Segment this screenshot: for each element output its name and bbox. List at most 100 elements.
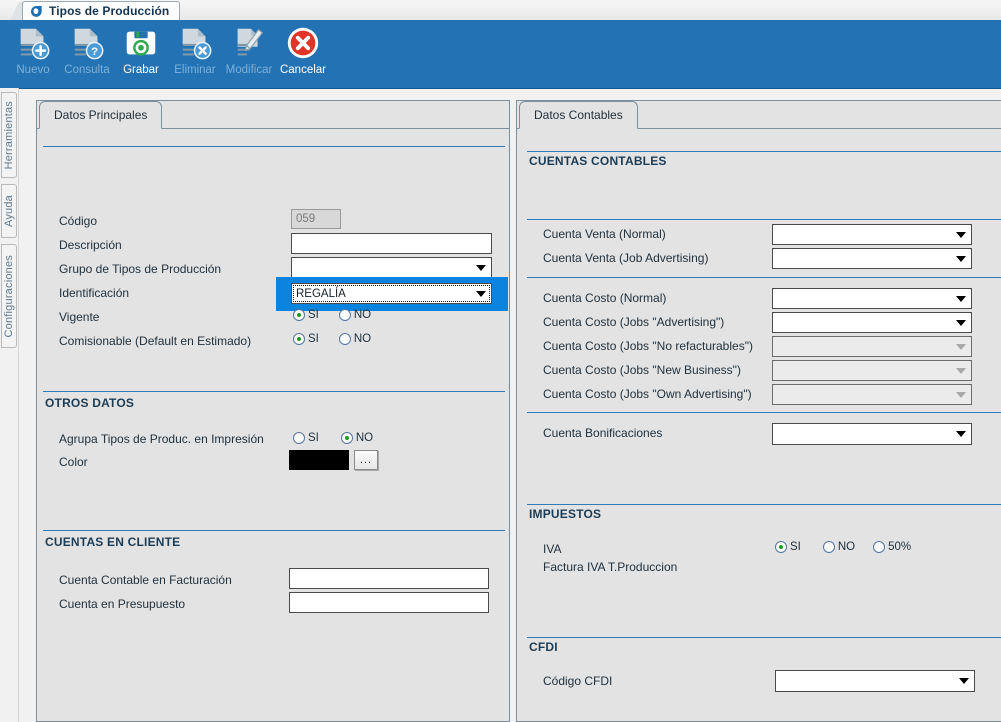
- radio-comisionable-no-label: NO: [354, 333, 371, 345]
- section-title-cuentas-contables: CUENTAS CONTABLES: [529, 154, 667, 168]
- color-picker-button[interactable]: ...: [354, 450, 378, 470]
- divider-cfdi: [527, 637, 1001, 638]
- chevron-down-icon: [956, 392, 966, 398]
- input-descripcion[interactable]: [291, 233, 492, 254]
- chevron-down-icon: [956, 320, 966, 326]
- radio-group-iva: SI NO 50%: [775, 541, 911, 553]
- radio-iva-no-label: NO: [838, 541, 855, 553]
- chevron-down-icon: [956, 256, 966, 262]
- combo-cuenta-costo-no-refacturables: [772, 336, 972, 357]
- toolbar-buttons: Nuevo ? Consulta: [6, 20, 330, 88]
- label-descripcion: Descripción: [59, 238, 122, 252]
- toolbar-grabar-label: Grabar: [123, 64, 159, 76]
- left-pane-body: Código 059 Descripción Grupo de Tipos de…: [37, 129, 509, 721]
- combo-codigo-cfdi[interactable]: [775, 670, 975, 692]
- radio-vigente-no-label: NO: [354, 309, 371, 321]
- label-color: Color: [59, 455, 88, 469]
- label-iva: IVA: [543, 542, 561, 556]
- radio-group-comisionable: SI NO: [293, 333, 391, 345]
- label-cuenta-costo-normal: Cuenta Costo (Normal): [543, 291, 666, 305]
- sidebar-tab-ayuda-label: Ayuda: [3, 195, 15, 227]
- svg-text:?: ?: [91, 46, 98, 58]
- radio-agrupa-si[interactable]: SI: [293, 432, 319, 444]
- combo-cuenta-costo-new-business: [772, 360, 972, 381]
- label-cuenta-venta-job-advertising: Cuenta Venta (Job Advertising): [543, 251, 708, 265]
- radio-vigente-si[interactable]: SI: [293, 309, 319, 321]
- label-identificacion: Identificación: [59, 286, 129, 300]
- divider-venta: [527, 219, 1001, 220]
- radio-iva-50[interactable]: 50%: [873, 541, 911, 553]
- sidebar-tab-herramientas[interactable]: Herramientas: [1, 92, 17, 178]
- window-tabstrip: Tipos de Producción: [0, 0, 1001, 21]
- radio-agrupa-no[interactable]: NO: [341, 432, 373, 444]
- sidebar-tab-herramientas-label: Herramientas: [3, 101, 15, 169]
- combo-cuenta-costo-own-advertising: [772, 384, 972, 405]
- chevron-down-icon: [956, 368, 966, 374]
- left-pane-datos-principales: Datos Principales Código 059 Descripción…: [36, 100, 510, 722]
- color-swatch[interactable]: [289, 450, 349, 470]
- radio-iva-no[interactable]: NO: [823, 541, 855, 553]
- chevron-down-icon: [476, 291, 486, 297]
- toolbar-modificar-button[interactable]: Modificar: [222, 20, 276, 86]
- divider-principales-top: [43, 146, 505, 147]
- combo-grupo-tipos-produccion[interactable]: [291, 257, 492, 278]
- toolbar-consulta-label: Consulta: [64, 64, 109, 76]
- combo-cuenta-venta-job-advertising[interactable]: [772, 248, 972, 269]
- section-title-otros-datos: OTROS DATOS: [45, 396, 134, 410]
- toolbar-eliminar-button[interactable]: Eliminar: [168, 20, 222, 86]
- radio-empty-icon: [339, 333, 351, 345]
- toolbar-cancelar-button[interactable]: Cancelar: [276, 20, 330, 86]
- document-edit-icon: [230, 24, 268, 62]
- input-cuenta-presupuesto[interactable]: [289, 592, 489, 613]
- document-add-icon: [14, 24, 52, 62]
- combo-identificacion[interactable]: REGALÍA: [291, 283, 492, 304]
- divider-otros-datos: [43, 391, 505, 392]
- combo-cuenta-costo-normal[interactable]: [772, 288, 972, 309]
- radio-comisionable-si[interactable]: SI: [293, 333, 319, 345]
- radio-iva-50-label: 50%: [888, 541, 911, 553]
- radio-empty-icon: [293, 432, 305, 444]
- combo-identificacion-value: REGALÍA: [296, 288, 346, 300]
- toolbar-nuevo-button[interactable]: Nuevo: [6, 20, 60, 86]
- radio-empty-icon: [823, 541, 835, 553]
- divider-cuentas-en-cliente: [43, 530, 505, 531]
- toolbar-consulta-button[interactable]: ? Consulta: [60, 20, 114, 86]
- toolbar-grabar-button[interactable]: Grabar: [114, 20, 168, 86]
- sidebar-tab-configuraciones-label: Configuraciones: [3, 255, 15, 338]
- right-pane-datos-contables: Datos Contables CUENTAS CONTABLES Cuenta…: [516, 100, 1001, 722]
- combo-cuenta-costo-advertising[interactable]: [772, 312, 972, 333]
- toolbar-modificar-label: Modificar: [226, 64, 273, 76]
- radio-dot-icon: [341, 432, 353, 444]
- radio-dot-icon: [293, 333, 305, 345]
- radio-vigente-no[interactable]: NO: [339, 309, 371, 321]
- window-tab-label: Tipos de Producción: [49, 4, 169, 18]
- radio-iva-si[interactable]: SI: [775, 541, 801, 553]
- label-codigo-cfdi: Código CFDI: [543, 674, 612, 688]
- label-codigo: Código: [59, 214, 97, 228]
- radio-comisionable-no[interactable]: NO: [339, 333, 371, 345]
- sidebar-tab-ayuda[interactable]: Ayuda: [1, 184, 17, 238]
- divider-impuestos: [527, 504, 1001, 505]
- label-agrupa-tipos-impresion: Agrupa Tipos de Produc. en Impresión: [59, 432, 264, 446]
- radio-empty-icon: [873, 541, 885, 553]
- divider-cuentas-contables: [527, 151, 1001, 152]
- toolbar-eliminar-label: Eliminar: [174, 64, 216, 76]
- sidebar-tab-configuraciones[interactable]: Configuraciones: [1, 244, 17, 348]
- window-tab-tipos-de-produccion[interactable]: Tipos de Producción: [22, 1, 180, 20]
- cancel-circle-x-icon: [284, 24, 322, 62]
- label-comisionable: Comisionable (Default en Estimado): [59, 334, 251, 348]
- right-pane-body: CUENTAS CONTABLES Cuenta Venta (Normal) …: [517, 129, 1001, 721]
- radio-agrupa-no-label: NO: [356, 432, 373, 444]
- input-cuenta-contable-facturacion[interactable]: [289, 568, 489, 589]
- application-window: Tipos de Producción: [0, 0, 1001, 722]
- combo-cuenta-bonificaciones[interactable]: [772, 423, 972, 445]
- left-vertical-rail: Herramientas Ayuda Configuraciones: [0, 88, 19, 722]
- label-cuenta-presupuesto: Cuenta en Presupuesto: [59, 597, 185, 611]
- chevron-down-icon: [956, 431, 966, 437]
- chevron-down-icon: [476, 265, 486, 271]
- document-delete-icon: [176, 24, 214, 62]
- combo-cuenta-venta-normal[interactable]: [772, 224, 972, 245]
- tab-datos-contables[interactable]: Datos Contables: [519, 101, 638, 129]
- tab-datos-principales[interactable]: Datos Principales: [39, 101, 162, 129]
- radio-group-agrupa-impresion: SI NO: [293, 432, 393, 444]
